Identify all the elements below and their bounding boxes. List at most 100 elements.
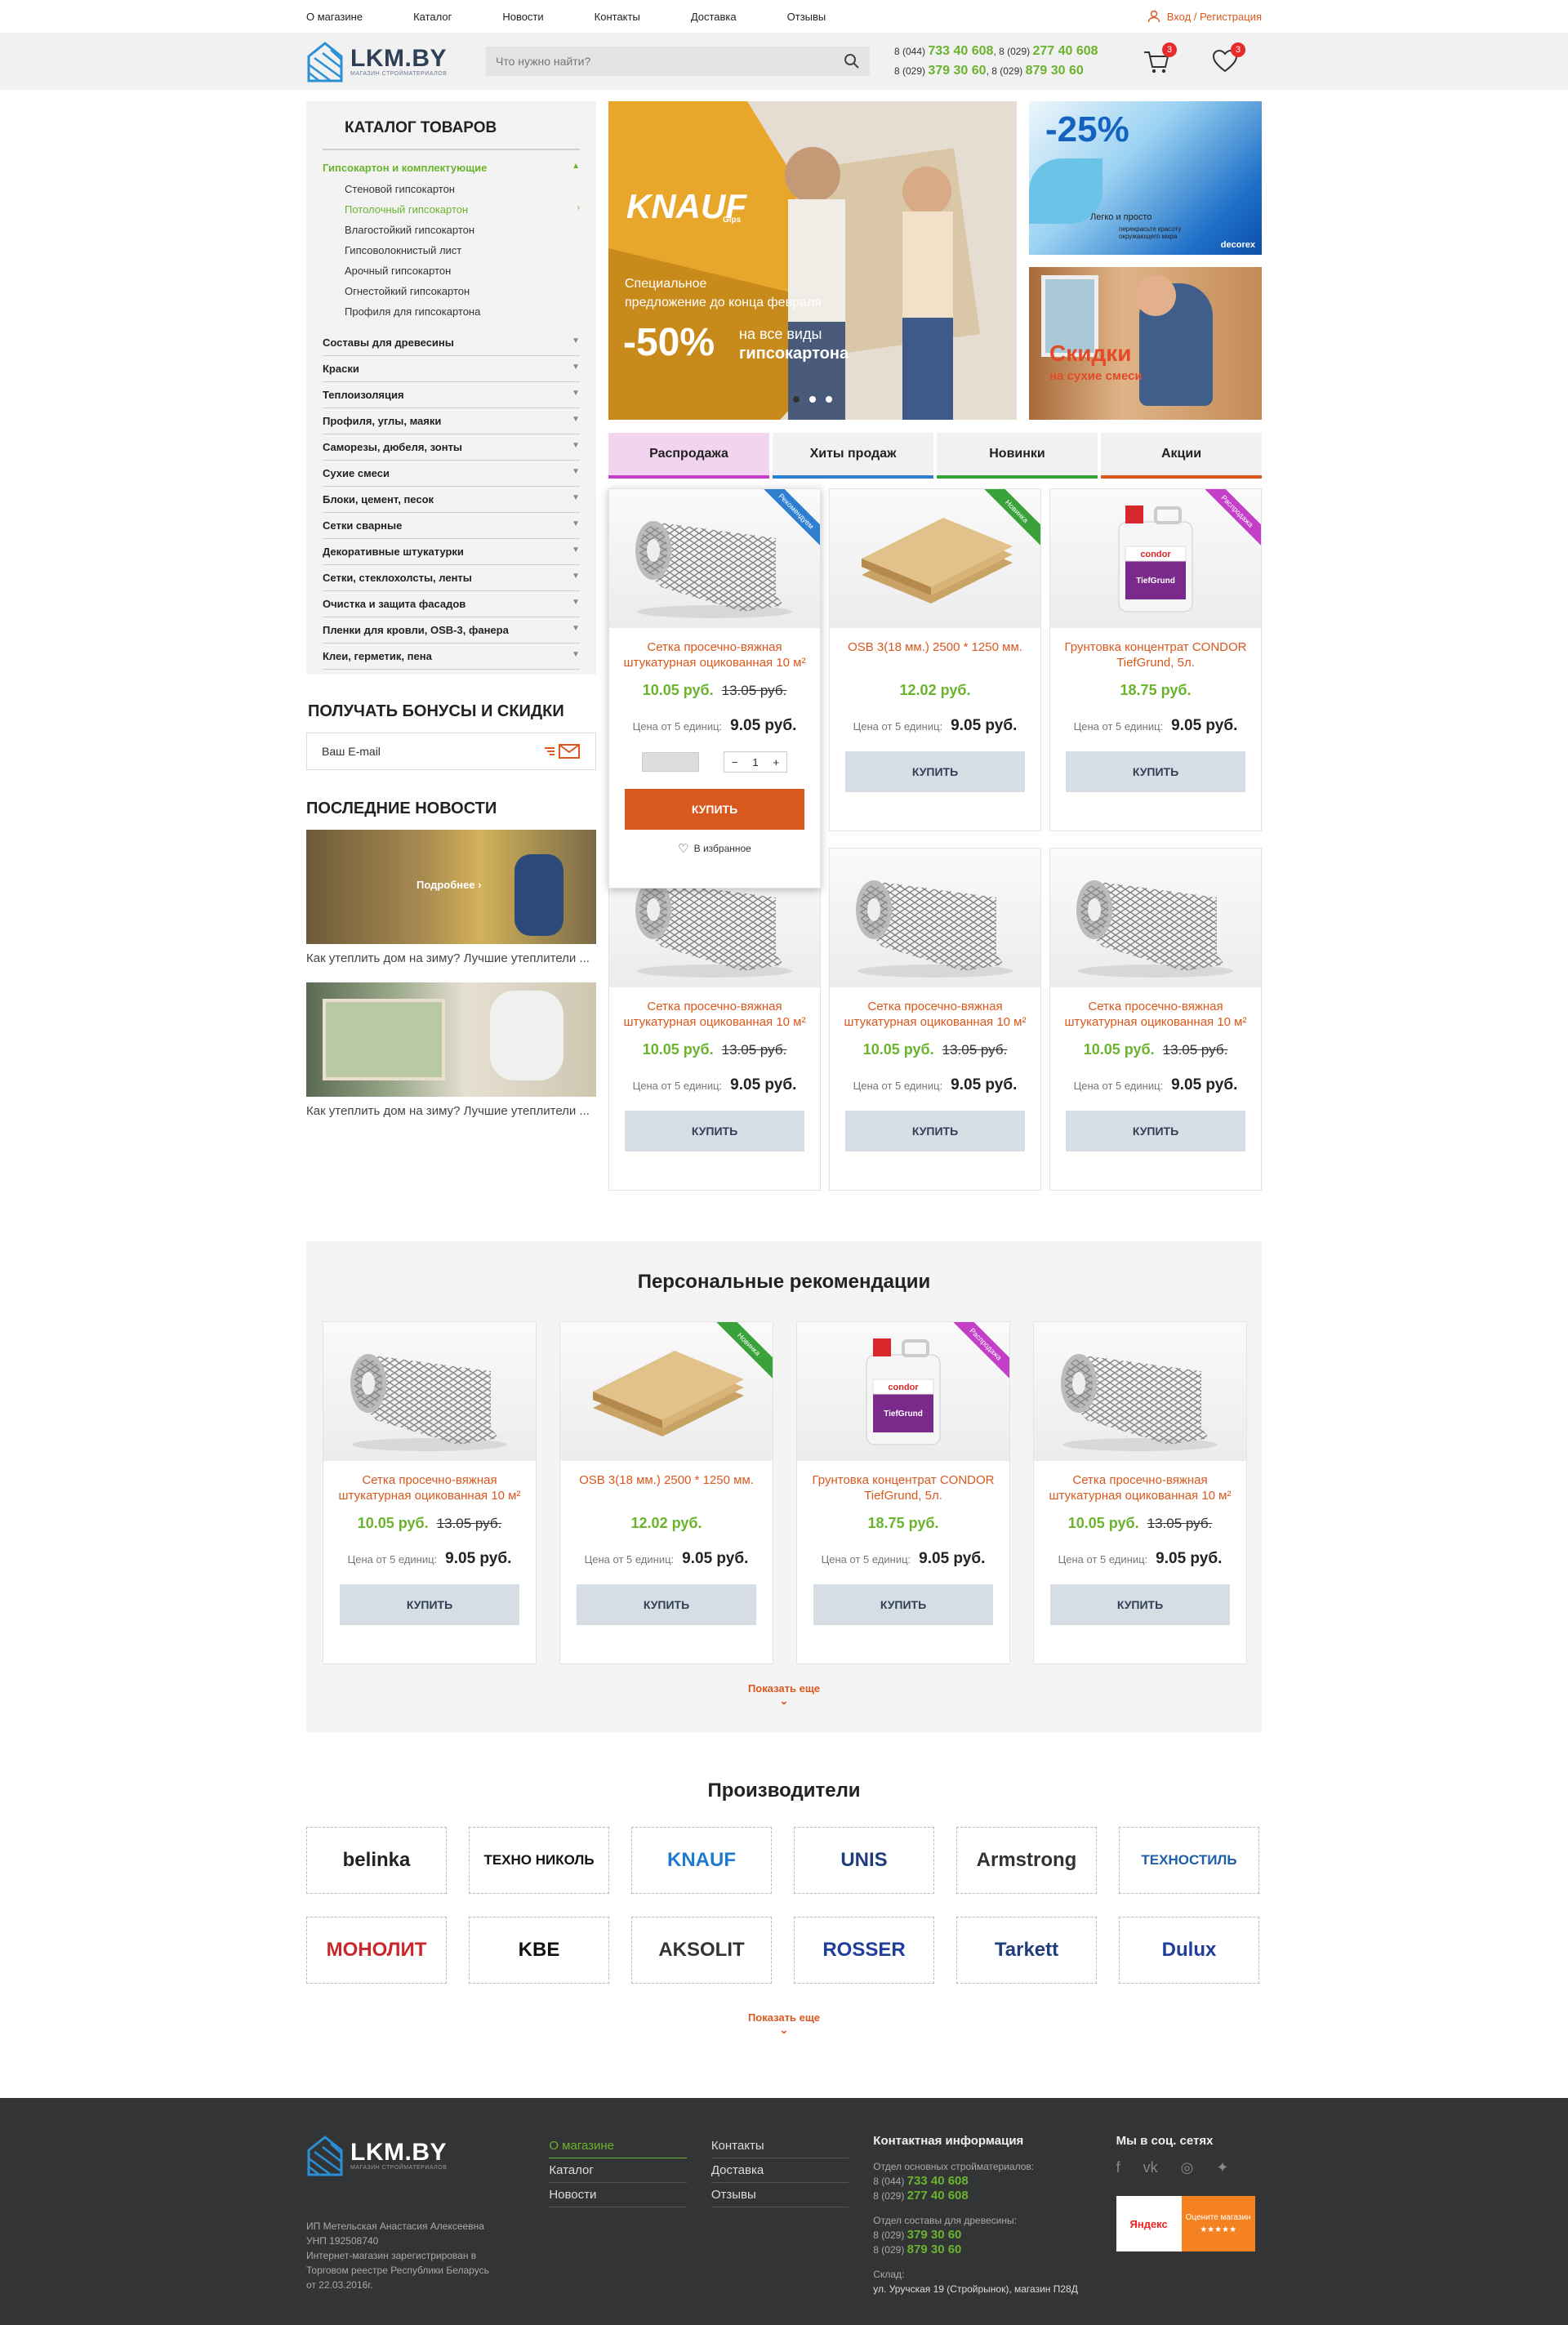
side-banner-mixes[interactable]: Скидки на сухие смеси: [1029, 266, 1262, 420]
product-image[interactable]: Новинка: [830, 489, 1040, 628]
cart-button[interactable]: 3: [1143, 42, 1177, 75]
news-item[interactable]: Подробнее › Как утеплить дом на зиму? Лу…: [306, 830, 596, 966]
search-icon[interactable]: [844, 53, 860, 69]
top-nav-link[interactable]: Каталог: [413, 11, 502, 23]
product-card[interactable]: Сетка просечно-вяжная штукатурная оциков…: [1033, 1321, 1247, 1664]
product-image[interactable]: Рекомендуем: [609, 489, 820, 628]
top-nav-link[interactable]: Доставка: [691, 11, 787, 23]
product-name[interactable]: Сетка просечно-вяжная штукатурная оциков…: [830, 999, 1040, 1031]
brand-logo[interactable]: МОНОЛИТ: [306, 1917, 447, 1984]
footer-logo[interactable]: LKM.BY МАГАЗИН СТРОЙМАТЕРИАЛОВ: [306, 2134, 470, 2176]
top-nav-link[interactable]: Контакты: [595, 11, 691, 23]
brand-logo[interactable]: ROSSER: [794, 1917, 934, 1984]
catalog-category-open[interactable]: Гипсокартон и комплектующие ▲: [323, 157, 580, 179]
product-image[interactable]: Новинка: [560, 1322, 773, 1461]
footer-link[interactable]: Доставка: [710, 2158, 849, 2183]
product-name[interactable]: Сетка просечно-вяжная штукатурная оциков…: [609, 999, 820, 1031]
product-card[interactable]: Сетка просечно-вяжная штукатурная оциков…: [323, 1321, 537, 1664]
product-name[interactable]: Сетка просечно-вяжная штукатурная оциков…: [609, 639, 820, 672]
instagram-icon[interactable]: ◎: [1181, 2159, 1194, 2176]
catalog-category[interactable]: Составы для древесины ▼: [323, 330, 580, 356]
vk-icon[interactable]: vk: [1143, 2159, 1158, 2176]
product-name[interactable]: OSB 3(18 мм.) 2500 * 1250 мм.: [560, 1472, 773, 1505]
quantity-stepper[interactable]: − 1 +: [724, 751, 787, 773]
news-more-link[interactable]: Подробнее ›: [416, 879, 482, 891]
buy-button[interactable]: КУПИТЬ: [340, 1584, 519, 1625]
footer-link[interactable]: Новости: [549, 2183, 687, 2207]
catalog-category[interactable]: Блоки, цемент, песок ▼: [323, 487, 580, 513]
buy-button[interactable]: КУПИТЬ: [1066, 1111, 1245, 1151]
brand-logo[interactable]: belinka: [306, 1827, 447, 1894]
top-nav-link[interactable]: О магазине: [306, 11, 413, 23]
product-card[interactable]: condor TiefGrund Распродажа Грунтовка конце…: [1049, 488, 1262, 831]
catalog-category[interactable]: Теплоизоляция ▼: [323, 382, 580, 408]
unit-select[interactable]: [642, 752, 699, 772]
catalog-subitem[interactable]: Профиля для гипсокартона: [345, 301, 580, 322]
catalog-category[interactable]: Сетки сварные ▼: [323, 513, 580, 539]
product-name[interactable]: Грунтовка концентрат CONDOR TiefGrund, 5…: [1050, 639, 1261, 672]
catalog-category[interactable]: Декоративные штукатурки ▼: [323, 539, 580, 565]
buy-button[interactable]: КУПИТЬ: [813, 1584, 993, 1625]
brand-logo[interactable]: Armstrong: [956, 1827, 1097, 1894]
product-name[interactable]: Сетка просечно-вяжная штукатурная оциков…: [1050, 999, 1261, 1031]
tab-1[interactable]: Распродажа: [608, 433, 769, 479]
news-caption[interactable]: Как утеплить дом на зиму? Лучшие утеплит…: [306, 951, 596, 966]
email-field[interactable]: Ваш E-mail: [306, 733, 596, 770]
login-label[interactable]: Вход / Регистрация: [1167, 11, 1262, 23]
phone-number[interactable]: 277 40 608: [907, 2189, 969, 2203]
brand-logo[interactable]: Tarkett: [956, 1917, 1097, 1984]
product-card[interactable]: Рекомендуем Сетка просечно-вяжная штукату…: [608, 488, 821, 889]
logo[interactable]: LKM.BY МАГАЗИН СТРОЙМАТЕРИАЛОВ: [306, 40, 470, 82]
brand-logo[interactable]: Dulux: [1119, 1917, 1259, 1984]
product-card[interactable]: Новинка OSB 3(18 мм.) 2500 * 1250 мм. 12.0…: [559, 1321, 773, 1664]
phone-number[interactable]: 879 30 60: [907, 2243, 962, 2256]
send-email-icon[interactable]: [545, 744, 581, 759]
product-card[interactable]: Сетка просечно-вяжная штукатурная оциков…: [608, 848, 821, 1191]
show-more-button[interactable]: Показать еще ⌄: [323, 1682, 1245, 1708]
phone-number[interactable]: 379 30 60: [907, 2228, 962, 2242]
brand-logo[interactable]: ТЕХНО НИКОЛЬ: [469, 1827, 609, 1894]
footer-link[interactable]: О магазине: [549, 2134, 687, 2158]
news-item[interactable]: Как утеплить дом на зиму? Лучшие утеплит…: [306, 982, 596, 1119]
phone-number[interactable]: 379 30 60: [928, 64, 986, 78]
top-nav-link[interactable]: Новости: [502, 11, 594, 23]
brands-show-more-button[interactable]: Показать еще ⌄: [306, 2011, 1262, 2037]
buy-button[interactable]: КУПИТЬ: [577, 1584, 756, 1625]
product-image[interactable]: [323, 1322, 536, 1461]
buy-button[interactable]: КУПИТЬ: [845, 751, 1025, 792]
phone-number[interactable]: 879 30 60: [1026, 64, 1084, 78]
buy-button[interactable]: КУПИТЬ: [1050, 1584, 1230, 1625]
product-name[interactable]: Сетка просечно-вяжная штукатурная оциков…: [323, 1472, 536, 1505]
footer-link[interactable]: Отзывы: [710, 2183, 849, 2207]
product-image[interactable]: [830, 848, 1040, 987]
news-image[interactable]: [306, 982, 596, 1097]
product-image[interactable]: [1034, 1322, 1246, 1461]
brand-logo[interactable]: ТЕХНОСТИЛЬ: [1119, 1827, 1259, 1894]
brand-logo[interactable]: KBE: [469, 1917, 609, 1984]
catalog-category[interactable]: Очистка и защита фасадов ▼: [323, 591, 580, 617]
brand-logo[interactable]: KNAUF: [631, 1827, 772, 1894]
plus-icon[interactable]: +: [773, 756, 779, 768]
twitter-icon[interactable]: ✦: [1216, 2159, 1228, 2176]
main-banner[interactable]: KNAUF Gips Специальное предложение до ко…: [608, 101, 1017, 420]
product-image[interactable]: condor TiefGrund Распродажа: [797, 1322, 1009, 1461]
tab-2[interactable]: Хиты продаж: [773, 433, 933, 479]
catalog-category[interactable]: Профиля, углы, маяки ▼: [323, 408, 580, 434]
brand-logo[interactable]: AKSOLIT: [631, 1917, 772, 1984]
phone-number[interactable]: 277 40 608: [1033, 44, 1098, 58]
catalog-subitem[interactable]: Стеновой гипсокартон: [345, 179, 580, 199]
phone-number[interactable]: 733 40 608: [907, 2174, 969, 2188]
product-card[interactable]: condor TiefGrund Распродажа Грунтовка конце…: [796, 1321, 1010, 1664]
tab-4[interactable]: Акции: [1101, 433, 1262, 479]
catalog-category[interactable]: Сухие смеси ▼: [323, 461, 580, 487]
minus-icon[interactable]: −: [732, 756, 738, 768]
catalog-category[interactable]: Саморезы, дюбеля, зонты ▼: [323, 434, 580, 461]
add-to-favorites[interactable]: ♡ В избранное: [609, 841, 820, 856]
product-card[interactable]: Сетка просечно-вяжная штукатурная оциков…: [1049, 848, 1262, 1191]
brand-logo[interactable]: UNIS: [794, 1827, 934, 1894]
buy-button[interactable]: КУПИТЬ: [625, 1111, 804, 1151]
catalog-subitem[interactable]: Арочный гипсокартон: [345, 261, 580, 281]
facebook-icon[interactable]: f: [1116, 2159, 1120, 2176]
tab-3[interactable]: Новинки: [937, 433, 1098, 479]
catalog-category[interactable]: Клеи, герметик, пена ▼: [323, 644, 580, 670]
